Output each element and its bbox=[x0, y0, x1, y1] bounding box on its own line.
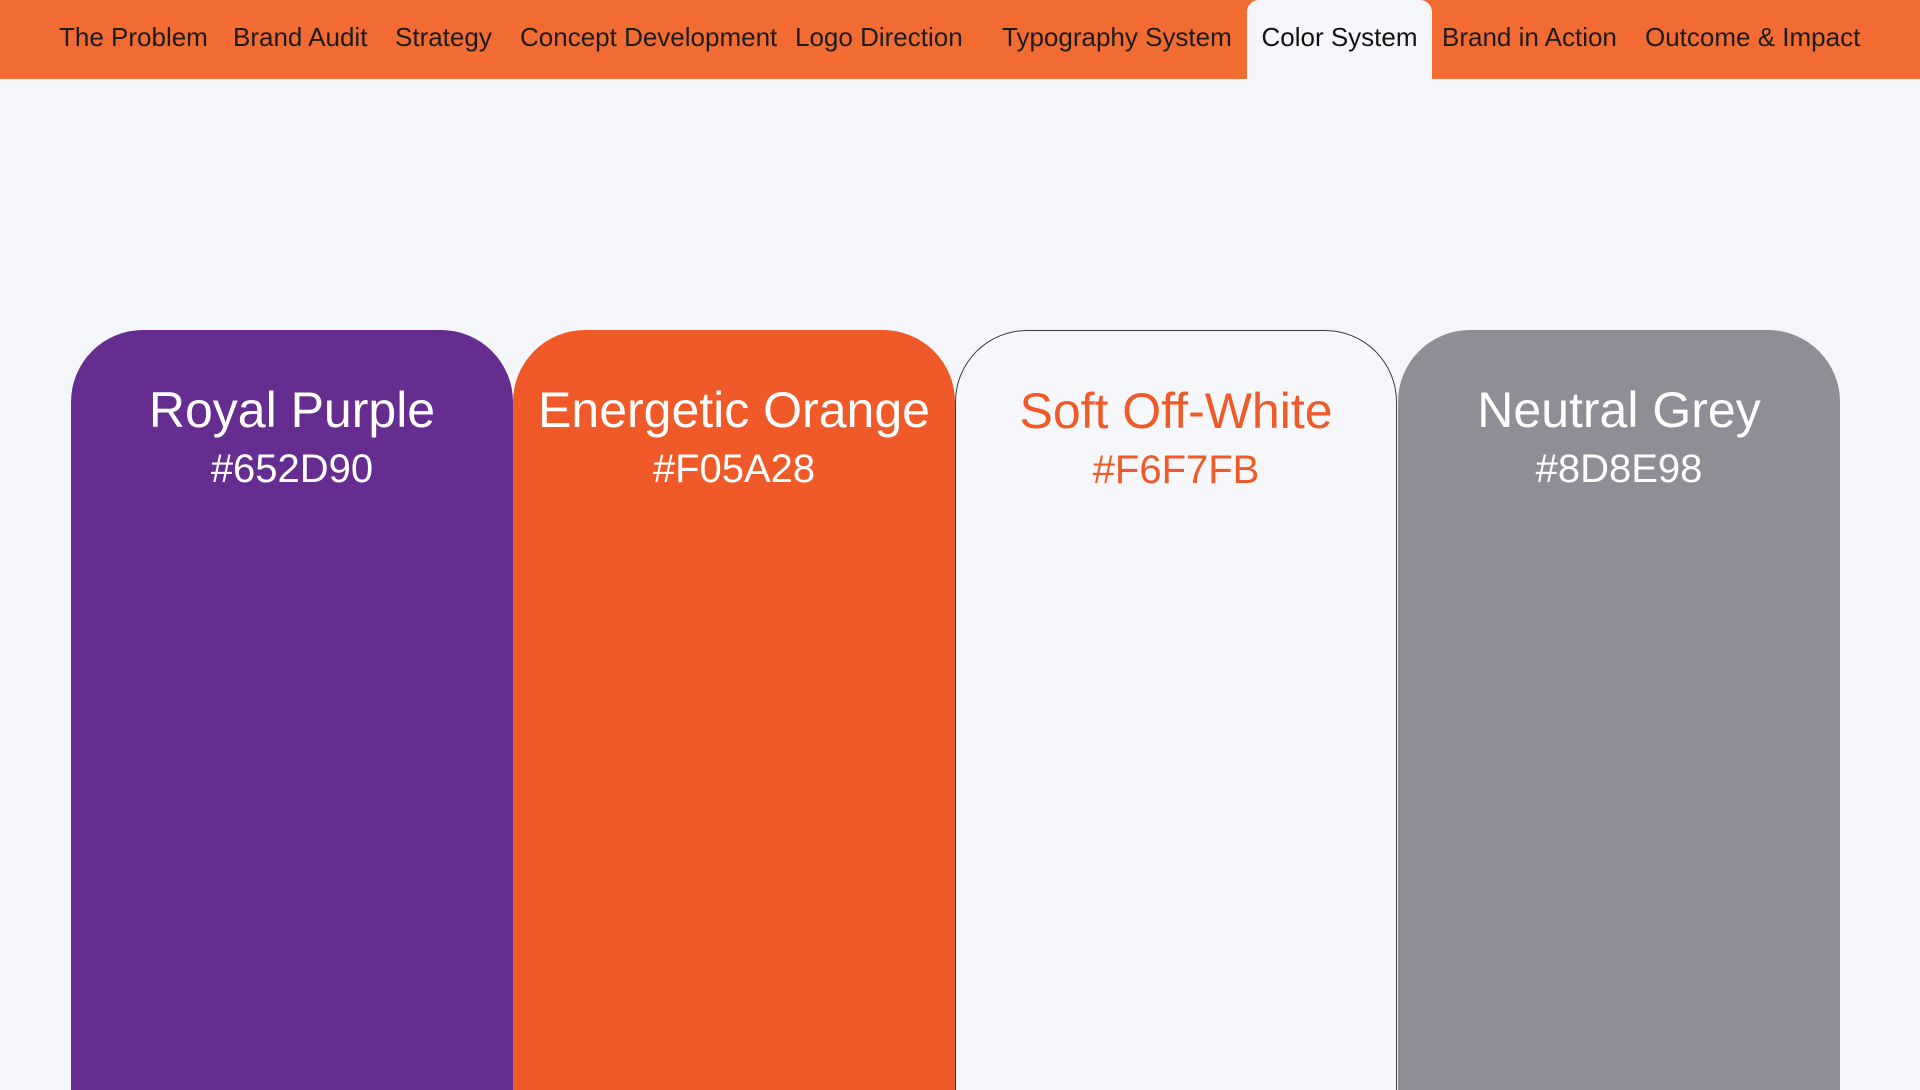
swatch-name: Neutral Grey bbox=[1477, 382, 1761, 438]
nav-tab-brand-in-action[interactable]: Brand in Action bbox=[1442, 0, 1617, 79]
swatch-name: Royal Purple bbox=[148, 382, 436, 438]
nav-tab-logo-direction[interactable]: Logo Direction bbox=[795, 0, 963, 79]
swatch-card-soft-off-white: Soft Off-White #F6F7FB bbox=[955, 330, 1397, 1090]
nav-tab-typography-system[interactable]: Typography System bbox=[1002, 0, 1232, 79]
nav-tab-color-system[interactable]: Color System bbox=[1247, 0, 1432, 79]
swatch-name: Soft Off-White bbox=[1019, 383, 1333, 439]
nav-tab-concept-development[interactable]: Concept Development bbox=[520, 0, 777, 79]
top-navigation: The Problem Brand Audit Strategy Concept… bbox=[0, 0, 1920, 79]
swatch-name: Energetic Orange bbox=[538, 382, 930, 438]
swatch-card-energetic-orange: Energetic Orange #F05A28 bbox=[513, 330, 955, 1090]
swatch-hex-code: #F6F7FB bbox=[1092, 448, 1260, 492]
nav-tab-the-problem[interactable]: The Problem bbox=[59, 0, 208, 79]
nav-tab-brand-audit[interactable]: Brand Audit bbox=[233, 0, 367, 79]
swatch-hex-code: #8D8E98 bbox=[1535, 447, 1703, 491]
swatch-hex-code: #652D90 bbox=[210, 447, 374, 491]
swatch-card-neutral-grey: Neutral Grey #8D8E98 bbox=[1398, 330, 1840, 1090]
nav-tab-outcome-impact[interactable]: Outcome & Impact bbox=[1645, 0, 1860, 79]
swatch-hex-code: #F05A28 bbox=[652, 447, 816, 491]
swatch-card-royal-purple: Royal Purple #652D90 bbox=[71, 330, 513, 1090]
nav-tab-strategy[interactable]: Strategy bbox=[395, 0, 492, 79]
